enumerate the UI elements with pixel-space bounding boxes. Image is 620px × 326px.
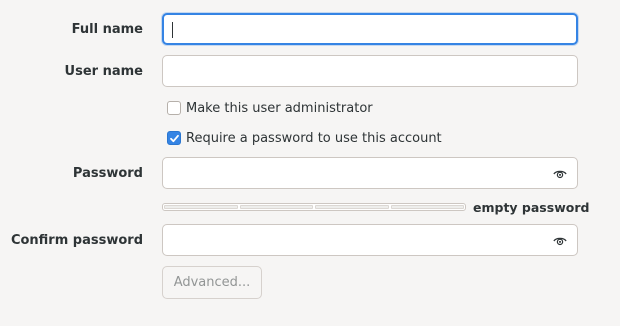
full-name-label: Full name (71, 22, 143, 37)
password-strength-meter (162, 203, 466, 211)
user-name-input[interactable] (162, 55, 578, 87)
confirm-password-input[interactable] (162, 224, 578, 256)
administrator-checkbox-row[interactable]: Make this user administrator (167, 99, 373, 117)
text-cursor (172, 22, 173, 38)
require-password-checkbox-row[interactable]: Require a password to use this account (167, 129, 442, 147)
confirm-password-label: Confirm password (10, 233, 143, 248)
advanced-button[interactable]: Advanced... (162, 266, 262, 299)
administrator-checkbox[interactable] (167, 101, 181, 115)
password-label: Password (72, 166, 143, 181)
eye-icon[interactable] (553, 167, 567, 181)
strength-segment (390, 205, 464, 209)
strength-segment (239, 205, 313, 209)
password-strength-text: empty password (473, 200, 590, 215)
strength-segment (164, 205, 238, 209)
full-name-input[interactable] (162, 13, 578, 45)
checkmark-icon (170, 134, 179, 143)
require-password-checkbox[interactable] (167, 131, 181, 145)
password-input[interactable] (162, 157, 578, 189)
user-name-label: User name (64, 64, 143, 79)
administrator-checkbox-label: Make this user administrator (186, 100, 373, 116)
strength-segment (315, 205, 389, 209)
require-password-checkbox-label: Require a password to use this account (186, 130, 442, 146)
eye-icon[interactable] (553, 234, 567, 248)
